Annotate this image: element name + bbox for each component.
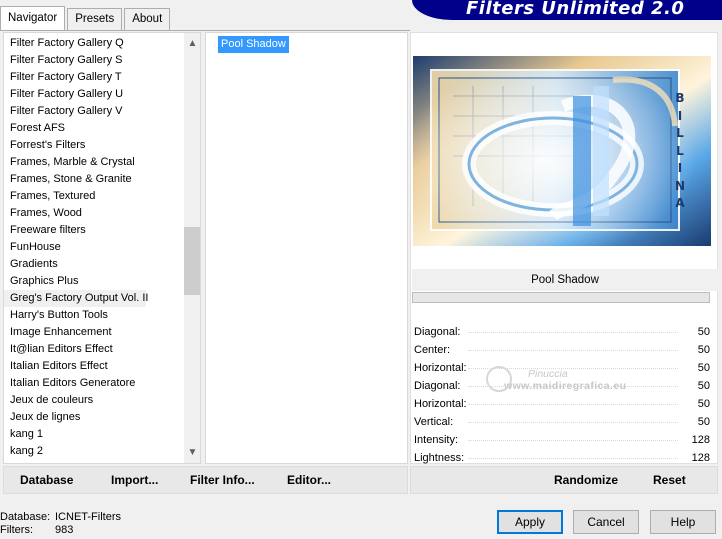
scroll-down-arrow-icon[interactable]: ▼ — [184, 444, 200, 461]
status-filters-value: 983 — [55, 524, 74, 536]
category-item[interactable]: Italian Editors Effect — [4, 358, 184, 375]
tab-presets[interactable]: Presets — [67, 8, 123, 30]
filter-item-pool-shadow[interactable]: Pool Shadow — [218, 36, 289, 53]
filter-info-button[interactable]: Filter Info... — [190, 473, 255, 487]
parameter-label: Horizontal: — [414, 362, 467, 374]
parameter-value: 50 — [697, 326, 710, 338]
editor-button[interactable]: Editor... — [287, 473, 331, 487]
progress-bar — [412, 292, 710, 303]
category-scrollbar[interactable]: ▲ ▼ — [184, 33, 200, 463]
parameter-row[interactable]: Diagonal: 50 — [412, 377, 718, 395]
parameter-slider[interactable] — [468, 422, 678, 423]
category-item[interactable]: Harry's Button Tools — [4, 307, 184, 324]
parameter-label: Center: — [414, 344, 451, 356]
category-list: Filter Factory Gallery Q Filter Factory G… — [4, 35, 184, 460]
reset-button[interactable]: Reset — [653, 473, 686, 487]
banner-title: Filters Unlimited 2.0 — [466, 0, 685, 19]
parameter-slider[interactable] — [468, 332, 678, 333]
status-database-value: ICNET-Filters — [55, 511, 121, 523]
parameter-value: 128 — [691, 452, 710, 464]
parameter-row[interactable]: Intensity: 128 — [412, 431, 718, 449]
tab-navigator[interactable]: Navigator — [0, 6, 66, 30]
bottom-left-toolbar: Database Import... Filter Info... Editor… — [3, 466, 408, 494]
category-item[interactable]: FunHouse — [4, 239, 184, 256]
parameter-slider[interactable] — [468, 458, 678, 459]
parameter-label: Intensity: — [414, 434, 459, 446]
parameter-row[interactable]: Horizontal: 50 — [412, 359, 718, 377]
category-item[interactable]: kang 2 — [4, 443, 184, 460]
parameter-value: 50 — [697, 380, 710, 392]
category-item[interactable]: Italian Editors Generatore — [4, 375, 184, 392]
category-item[interactable]: Frames, Textured — [4, 188, 184, 205]
tab-divider — [0, 30, 410, 31]
parameter-label: Diagonal: — [414, 326, 461, 338]
parameter-slider[interactable] — [468, 440, 678, 441]
tab-strip: Navigator Presets About — [0, 6, 172, 30]
category-item[interactable]: Filter Factory Gallery V — [4, 103, 184, 120]
parameter-slider[interactable] — [468, 368, 678, 369]
randomize-button[interactable]: Randomize — [554, 473, 618, 487]
filter-title: Pool Shadow — [412, 269, 718, 291]
title-banner: Filters Unlimited 2.0 — [412, 0, 722, 20]
parameter-value: 50 — [697, 362, 710, 374]
status-area: Database: ICNET-Filters Filters: 983 — [0, 511, 121, 537]
category-item[interactable]: Filter Factory Gallery Q — [4, 35, 184, 52]
parameter-value: 50 — [697, 344, 710, 356]
parameter-slider[interactable] — [468, 404, 678, 405]
preview-panel: BILLINA Pool Shadow Diagonal: 50 Center: 50… — [410, 32, 718, 464]
parameter-row[interactable]: Lightness: 128 — [412, 449, 718, 467]
parameter-label: Vertical: — [414, 416, 454, 428]
category-item[interactable]: Image Enhancement — [4, 324, 184, 341]
category-item[interactable]: Greg's Factory Output Vol. II — [4, 290, 148, 307]
category-item[interactable]: Forest AFS — [4, 120, 184, 137]
parameter-row[interactable]: Center: 50 — [412, 341, 718, 359]
category-item[interactable]: Jeux de couleurs — [4, 392, 184, 409]
parameter-slider[interactable] — [468, 386, 678, 387]
category-item[interactable]: Graphics Plus — [4, 273, 184, 290]
status-database: Database: ICNET-Filters — [0, 511, 121, 524]
parameter-value: 128 — [691, 434, 710, 446]
cancel-button[interactable]: Cancel — [573, 510, 639, 534]
tab-about[interactable]: About — [124, 8, 171, 30]
help-button[interactable]: Help — [650, 510, 716, 534]
preview-image: BILLINA — [413, 56, 711, 246]
category-item[interactable]: Forrest's Filters — [4, 137, 184, 154]
category-item[interactable]: Filter Factory Gallery T — [4, 69, 184, 86]
preview-artwork — [413, 56, 711, 246]
category-item[interactable]: Frames, Wood — [4, 205, 184, 222]
category-item[interactable]: Frames, Marble & Crystal — [4, 154, 184, 171]
category-item[interactable]: Filter Factory Gallery U — [4, 86, 184, 103]
import-button[interactable]: Import... — [111, 473, 158, 487]
category-list-panel: Filter Factory Gallery Q Filter Factory G… — [3, 32, 201, 464]
category-item[interactable]: It@lian Editors Effect — [4, 341, 184, 358]
parameter-label: Diagonal: — [414, 380, 461, 392]
category-item[interactable]: kang 1 — [4, 426, 184, 443]
filter-list-panel: Pool Shadow — [205, 32, 408, 464]
status-filters: Filters: 983 — [0, 524, 121, 537]
parameter-row[interactable]: Vertical: 50 — [412, 413, 718, 431]
preview-side-text: BILLINA — [674, 91, 686, 210]
category-item[interactable]: Frames, Stone & Granite — [4, 171, 184, 188]
status-database-label: Database: — [0, 511, 51, 523]
parameter-slider[interactable] — [468, 350, 678, 351]
parameter-label: Horizontal: — [414, 398, 467, 410]
scroll-thumb[interactable] — [184, 227, 200, 295]
parameter-list: Diagonal: 50 Center: 50 Horizontal: 50 Diagona… — [412, 323, 718, 467]
parameter-value: 50 — [697, 416, 710, 428]
parameter-value: 50 — [697, 398, 710, 410]
database-button[interactable]: Database — [20, 473, 73, 487]
category-item[interactable]: Freeware filters — [4, 222, 184, 239]
category-item[interactable]: Jeux de lignes — [4, 409, 184, 426]
category-item[interactable]: Gradients — [4, 256, 184, 273]
apply-button[interactable]: Apply — [497, 510, 563, 534]
scroll-up-arrow-icon[interactable]: ▲ — [184, 35, 200, 52]
parameter-row[interactable]: Horizontal: 50 — [412, 395, 718, 413]
parameter-row[interactable]: Diagonal: 50 — [412, 323, 718, 341]
parameter-label: Lightness: — [414, 452, 465, 464]
category-item[interactable]: Filter Factory Gallery S — [4, 52, 184, 69]
status-filters-label: Filters: — [0, 524, 33, 536]
bottom-right-toolbar: Randomize Reset — [410, 466, 718, 494]
